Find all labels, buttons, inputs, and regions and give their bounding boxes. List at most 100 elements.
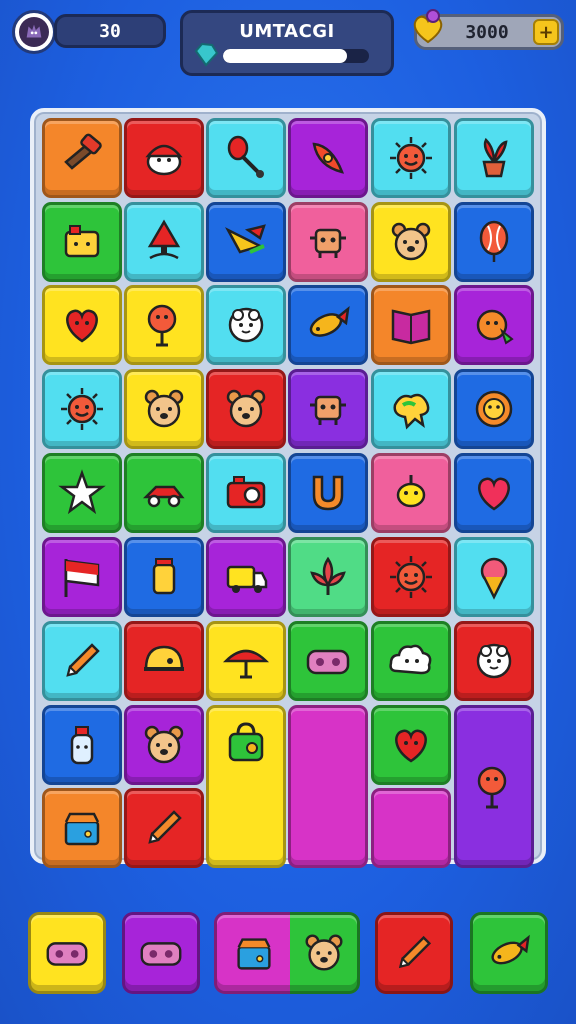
board-tile[interactable] [454, 621, 534, 701]
moves-value: 30 [99, 20, 121, 42]
board-tile[interactable] [454, 285, 534, 365]
board-tile[interactable] [42, 369, 122, 449]
board-tile[interactable] [124, 118, 204, 198]
board-tile[interactable] [124, 285, 204, 365]
bottle-icon [70, 726, 94, 765]
add-coins-button[interactable]: + [533, 19, 559, 45]
board-tile[interactable] [206, 537, 286, 617]
board-tile[interactable] [371, 537, 451, 617]
board-tile[interactable] [206, 369, 286, 449]
coin-value: 3000 [465, 21, 509, 43]
gamepad-icon [306, 649, 350, 675]
board-tile[interactable] [454, 202, 534, 282]
sun-face-icon [390, 137, 432, 179]
board-tile[interactable] [288, 369, 368, 449]
level-panel: UMTACGI [180, 10, 394, 76]
board-tile[interactable] [371, 453, 451, 533]
toy-box-icon [64, 225, 100, 258]
board-tile[interactable] [288, 202, 368, 282]
board-tile[interactable] [206, 621, 286, 701]
board-tile[interactable] [124, 705, 204, 785]
board-tile[interactable] [42, 202, 122, 282]
board-tile[interactable] [42, 118, 122, 198]
basket-icon [64, 812, 100, 846]
bear-face-icon [304, 934, 343, 971]
tray-slot[interactable] [290, 912, 360, 994]
board-tile[interactable] [288, 118, 368, 198]
lion-face-icon [475, 390, 513, 428]
board-tile-empty [371, 788, 451, 868]
sun-face-icon [390, 556, 432, 598]
tray-slot[interactable] [470, 912, 548, 994]
tray-slot[interactable] [214, 912, 290, 994]
board-tile[interactable] [371, 285, 451, 365]
board-tile[interactable] [206, 202, 286, 282]
board-tile[interactable] [288, 537, 368, 617]
umbrella-icon [222, 649, 270, 679]
gem-icon [194, 42, 219, 67]
magnet-icon [312, 475, 344, 511]
board-tile[interactable] [124, 202, 204, 282]
sheep-icon [228, 307, 264, 343]
board-tile[interactable] [124, 369, 204, 449]
heart-icon [478, 477, 510, 511]
board-tile[interactable] [206, 285, 286, 365]
pencil-icon [148, 810, 182, 844]
board-tile[interactable] [124, 537, 204, 617]
toy-car-icon [142, 485, 185, 508]
lemon-icon [396, 475, 426, 508]
bear-face-icon [144, 389, 184, 428]
board-tile[interactable] [371, 369, 451, 449]
board-tile[interactable] [206, 705, 286, 868]
lollipop-icon [477, 766, 507, 808]
orange-fruit-icon [476, 309, 514, 345]
board-tile[interactable] [371, 621, 451, 701]
board-tile[interactable] [454, 705, 534, 868]
board-tile[interactable] [42, 453, 122, 533]
board-tile[interactable] [42, 285, 122, 365]
board-tile[interactable] [371, 202, 451, 282]
board-tile[interactable] [42, 621, 122, 701]
board-tile[interactable] [124, 453, 204, 533]
board-tile[interactable] [288, 705, 368, 868]
truck-icon [226, 565, 268, 593]
lollipop-icon [147, 304, 177, 347]
flower-pot-icon [482, 137, 508, 178]
board-tile[interactable] [454, 453, 534, 533]
pencil-icon [66, 643, 100, 677]
board-tile[interactable] [288, 453, 368, 533]
board-tile[interactable] [371, 118, 451, 198]
tray-slot[interactable] [28, 912, 106, 994]
cloud-face-icon [389, 644, 432, 675]
board-tile[interactable] [288, 621, 368, 701]
bear-face-icon [391, 222, 431, 261]
gamepad-icon [46, 942, 88, 966]
level-title: UMTACGI [239, 21, 335, 42]
board-tile[interactable] [454, 118, 534, 198]
board-tile[interactable] [42, 705, 122, 785]
bird-icon [224, 224, 266, 254]
bear-face-icon [144, 725, 184, 764]
board-tile[interactable] [371, 705, 451, 785]
tray-slot[interactable] [122, 912, 200, 994]
board-tile[interactable] [454, 537, 534, 617]
board-tile[interactable] [206, 453, 286, 533]
player-avatar[interactable] [12, 10, 56, 54]
board-tile[interactable] [124, 621, 204, 701]
jar-icon [152, 558, 176, 595]
helmet-icon [144, 645, 184, 671]
board-tile[interactable] [288, 285, 368, 365]
add-coins-label: + [538, 21, 554, 43]
bear-face-icon [226, 389, 266, 428]
tray-slot[interactable] [375, 912, 453, 994]
coin-counter: 3000 + [413, 9, 564, 50]
board-tile[interactable] [42, 537, 122, 617]
fish-icon [491, 934, 530, 965]
santa-icon [145, 144, 183, 176]
board-tile[interactable] [454, 369, 534, 449]
camera-icon [226, 476, 266, 509]
board-tile[interactable] [124, 788, 204, 868]
board-tile[interactable] [42, 788, 122, 868]
board-tile[interactable] [206, 118, 286, 198]
robot-icon [310, 395, 346, 425]
